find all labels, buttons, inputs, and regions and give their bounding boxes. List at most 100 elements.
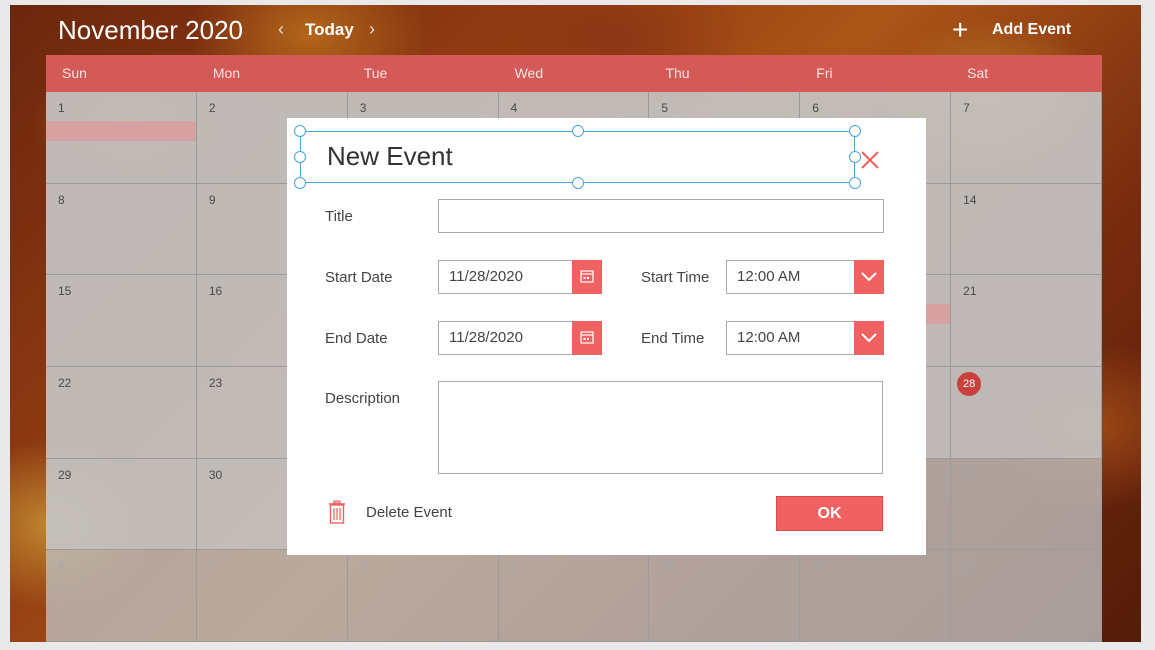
- day-number: 29: [58, 467, 72, 482]
- day-number: 6: [58, 559, 65, 574]
- day-cell[interactable]: 8: [46, 183, 197, 276]
- resize-handle[interactable]: [294, 151, 306, 163]
- end-time-dropdown-button[interactable]: [854, 321, 884, 355]
- weekday-tue: Tue: [363, 65, 388, 81]
- weekday-sat: Sat: [967, 65, 989, 81]
- day-number: 5: [963, 467, 970, 482]
- chevron-down-icon: [861, 272, 877, 282]
- day-number: 7: [963, 101, 970, 115]
- day-cell[interactable]: 6: [46, 550, 197, 642]
- day-number: 9: [510, 559, 518, 574]
- day-number: 12: [963, 559, 977, 574]
- previous-month-button[interactable]: ‹: [278, 19, 284, 40]
- day-number: 22: [58, 375, 72, 390]
- end-date-label: End Date: [325, 330, 388, 347]
- resize-handle[interactable]: [294, 177, 306, 189]
- end-date-value: 11/28/2020: [449, 329, 523, 346]
- title-input[interactable]: [438, 199, 884, 233]
- today-button[interactable]: Today: [305, 20, 354, 40]
- add-event-label: Add Event: [992, 21, 1072, 38]
- day-number: 7: [208, 559, 216, 574]
- event-bar[interactable]: [926, 304, 951, 325]
- end-time-label: End Time: [641, 330, 705, 347]
- dialog-title: New Event: [327, 141, 453, 171]
- start-date-calendar-button[interactable]: [572, 260, 602, 294]
- day-number: 30: [208, 467, 223, 482]
- description-textarea[interactable]: [438, 381, 883, 474]
- resize-handle[interactable]: [572, 125, 584, 137]
- resize-handle[interactable]: [294, 125, 306, 137]
- day-number: 9: [208, 192, 216, 207]
- day-cell[interactable]: 28: [951, 366, 1102, 459]
- calendar-icon: [580, 331, 594, 344]
- day-cell[interactable]: 7: [196, 550, 348, 642]
- resize-handle[interactable]: [849, 177, 861, 189]
- event-bar[interactable]: [46, 121, 196, 141]
- day-number: 21: [963, 284, 977, 299]
- day-number: 10: [661, 559, 675, 574]
- day-number: 8: [58, 192, 65, 207]
- day-cell[interactable]: 8: [347, 550, 499, 642]
- plus-icon: +: [952, 14, 969, 45]
- day-number: 14: [963, 192, 977, 207]
- next-month-button[interactable]: ›: [369, 19, 375, 40]
- day-number: 6: [812, 101, 819, 115]
- start-time-label: Start Time: [641, 269, 710, 286]
- new-event-dialog: New Event Title Start Date 11/28/2020 St…: [287, 118, 926, 555]
- delete-event-button[interactable]: Delete Event: [328, 498, 452, 526]
- close-icon[interactable]: [859, 149, 881, 171]
- day-cell[interactable]: 12: [951, 550, 1102, 642]
- weekday-thu: Thu: [665, 65, 690, 81]
- calendar-header: November 2020 ‹ Today › + Add Event: [10, 5, 1141, 55]
- resize-handle[interactable]: [849, 125, 861, 137]
- month-title: November 2020: [58, 15, 243, 45]
- day-number: 16: [208, 284, 223, 299]
- day-number: 2: [208, 101, 216, 115]
- start-time-dropdown[interactable]: 12:00 AM: [726, 260, 884, 294]
- end-time-dropdown[interactable]: 12:00 AM: [726, 321, 884, 355]
- day-cell[interactable]: 10: [649, 550, 801, 642]
- day-number: 15: [58, 284, 72, 299]
- day-cell[interactable]: 5: [951, 458, 1102, 551]
- ok-button[interactable]: OK: [776, 496, 883, 531]
- start-date-label: Start Date: [325, 269, 393, 286]
- start-time-value: 12:00 AM: [737, 268, 801, 285]
- weekday-mon: Mon: [212, 65, 241, 81]
- day-cell[interactable]: 14: [951, 183, 1102, 276]
- end-date-calendar-button[interactable]: [572, 321, 602, 355]
- weekday-sun: Sun: [62, 65, 87, 81]
- end-date-picker[interactable]: 11/28/2020: [438, 321, 602, 355]
- day-cell[interactable]: 29: [46, 458, 197, 551]
- day-number: 5: [661, 101, 669, 115]
- day-cell[interactable]: 22: [46, 366, 197, 459]
- start-date-value: 11/28/2020: [449, 268, 523, 285]
- resize-handle[interactable]: [572, 177, 584, 189]
- day-cell[interactable]: 7: [951, 92, 1102, 184]
- chevron-down-icon: [861, 333, 877, 343]
- add-event-button[interactable]: + Add Event: [952, 15, 1071, 45]
- trash-icon: [329, 500, 345, 524]
- start-date-picker[interactable]: 11/28/2020: [438, 260, 602, 294]
- weekday-header: Sun Mon Tue Wed Thu Fri Sat: [46, 55, 1102, 92]
- title-label: Title: [325, 208, 353, 225]
- day-cell[interactable]: 9: [498, 550, 650, 642]
- day-cell[interactable]: 15: [46, 275, 197, 367]
- day-number: 4: [510, 101, 518, 115]
- day-cell[interactable]: 11: [800, 550, 952, 642]
- dialog-title-selection: New Event: [294, 125, 861, 189]
- day-number: 3: [359, 101, 367, 115]
- day-cell[interactable]: 1: [46, 92, 197, 184]
- day-number: 1: [58, 101, 65, 115]
- day-number: 23: [208, 375, 223, 390]
- day-number: 28: [957, 371, 982, 396]
- weekday-wed: Wed: [514, 65, 544, 81]
- delete-event-label: Delete Event: [366, 503, 452, 521]
- description-label: Description: [325, 390, 401, 407]
- day-number: 8: [359, 559, 367, 574]
- day-cell[interactable]: 21: [951, 275, 1102, 367]
- calendar-icon: [580, 270, 594, 283]
- start-time-dropdown-button[interactable]: [854, 260, 884, 294]
- weekday-fri: Fri: [816, 65, 833, 81]
- end-time-value: 12:00 AM: [737, 329, 801, 346]
- day-number: 11: [812, 559, 825, 574]
